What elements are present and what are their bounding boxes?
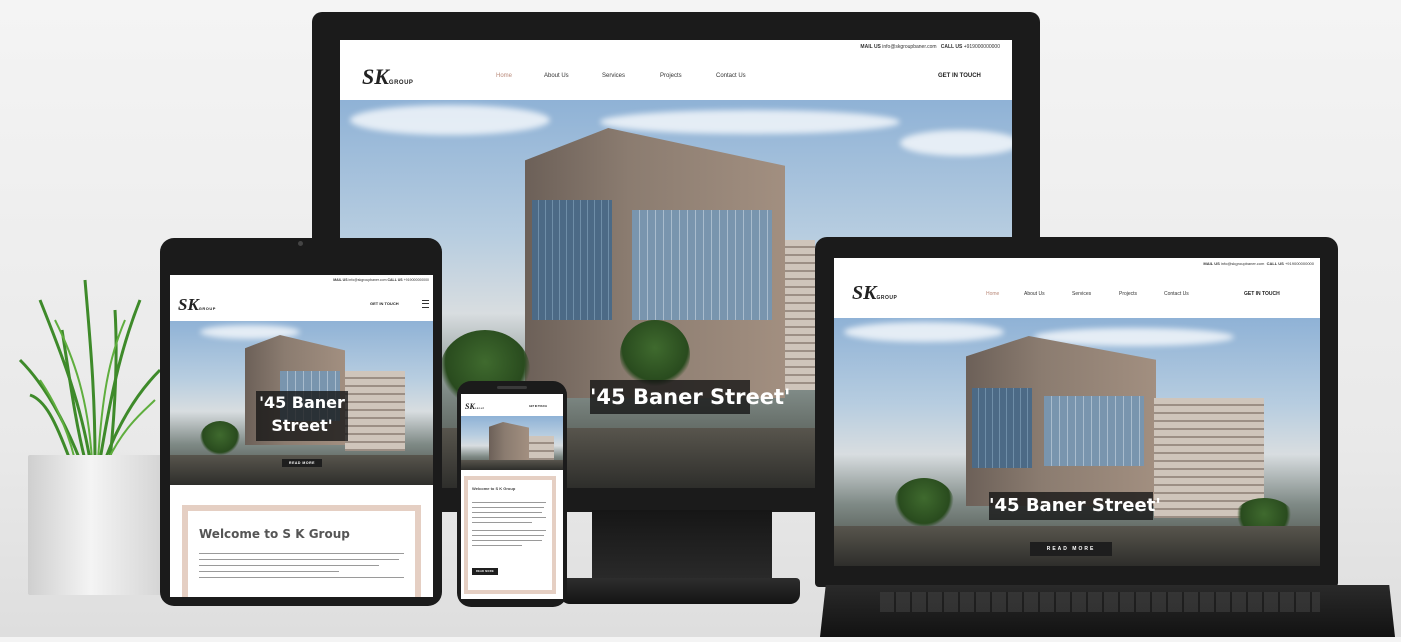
laptop-hero-headline: '45 Baner Street' xyxy=(989,492,1161,520)
tablet-hero: '45 Baner Street' READ MORE xyxy=(170,321,433,485)
call-value[interactable]: +919000000000 xyxy=(964,44,1000,50)
tablet-nav: SKGROUP GET IN TOUCH xyxy=(170,285,433,321)
monitor-stand-base xyxy=(560,578,800,604)
desktop-nav: SKGROUP Home About Us Services Projects … xyxy=(340,54,1012,100)
laptop-call-value[interactable]: +919000000000 xyxy=(1285,261,1314,266)
phone-welcome-box: Welcome to S K Group READ MORE xyxy=(464,476,556,594)
phone-screen: SKGROUP GET IN TOUCH Welcome to S K Grou… xyxy=(461,394,563,599)
laptop-nav-home[interactable]: Home xyxy=(986,291,999,297)
laptop-nav: SKGROUP Home About Us Services Projects … xyxy=(834,270,1320,318)
nav-contact-us[interactable]: Contact Us xyxy=(716,73,746,79)
laptop-topbar: MAIL US info@skgroupbaner.com CALL US +9… xyxy=(834,258,1320,270)
desktop-topbar: MAIL US info@skgroupbaner.com CALL US +9… xyxy=(340,40,1012,54)
laptop-mail-value[interactable]: info@skgroupbaner.com xyxy=(1221,261,1264,266)
monitor-stand-neck xyxy=(592,510,772,580)
logo-sub: GROUP xyxy=(388,80,414,86)
laptop-nav-about-us[interactable]: About Us xyxy=(1024,291,1045,297)
tablet-mail-value[interactable]: info@skgroupbaner.com xyxy=(349,278,387,282)
tablet-topbar: MAIL US info@skgroupbaner.com CALL US +9… xyxy=(170,275,433,285)
tablet-logo-main: SK xyxy=(178,295,199,314)
tablet-mail-label: MAIL US xyxy=(333,278,348,282)
mail-label: MAIL US xyxy=(860,44,881,50)
tablet-hero-headline: '45 Baner Street' xyxy=(256,391,348,441)
laptop-nav-contact-us[interactable]: Contact Us xyxy=(1164,291,1189,297)
tablet-headline-line-1: '45 Baner xyxy=(259,393,345,412)
phone-welcome-title: Welcome to S K Group xyxy=(472,486,516,491)
laptop-nav-projects[interactable]: Projects xyxy=(1119,291,1137,297)
get-in-touch-button[interactable]: GET IN TOUCH xyxy=(938,73,981,79)
tablet-welcome-section: Welcome to S K Group xyxy=(170,485,433,597)
laptop-call-label: CALL US xyxy=(1266,261,1284,266)
tablet-call-value[interactable]: +919000000000 xyxy=(404,278,429,282)
laptop-screen: MAIL US info@skgroupbaner.com CALL US +9… xyxy=(834,258,1320,566)
tablet-call-label: CALL US xyxy=(387,278,403,282)
tablet-headline-line-2: Street' xyxy=(271,416,333,435)
nav-home[interactable]: Home xyxy=(496,73,512,79)
nav-projects[interactable]: Projects xyxy=(660,73,682,79)
tablet-welcome-box: Welcome to S K Group xyxy=(182,505,421,597)
laptop-get-in-touch-button[interactable]: GET IN TOUCH xyxy=(1244,291,1280,297)
laptop-logo-main: SK xyxy=(852,282,877,304)
hamburger-menu-icon[interactable] xyxy=(422,300,429,308)
phone-speaker xyxy=(497,386,527,389)
phone-read-more-button[interactable]: READ MORE xyxy=(472,568,498,575)
laptop-logo-sub: GROUP xyxy=(876,295,898,301)
phone-logo[interactable]: SKGROUP xyxy=(465,402,485,411)
mail-value[interactable]: info@skgroupbaner.com xyxy=(882,44,936,50)
phone-welcome-section: Welcome to S K Group READ MORE xyxy=(461,472,563,599)
laptop-nav-services[interactable]: Services xyxy=(1072,291,1091,297)
laptop-mail-label: MAIL US xyxy=(1203,261,1220,266)
phone-logo-main: SK xyxy=(465,402,475,411)
phone-hero xyxy=(461,416,563,470)
tablet-read-more-button[interactable]: READ MORE xyxy=(282,459,322,467)
laptop-keys xyxy=(880,592,1320,612)
nav-services[interactable]: Services xyxy=(602,73,625,79)
logo-main: SK xyxy=(362,64,389,89)
phone-get-in-touch-button[interactable]: GET IN TOUCH xyxy=(529,405,547,408)
laptop-read-more-button[interactable]: READ MORE xyxy=(1030,542,1112,556)
tablet-camera xyxy=(298,241,303,246)
tablet-logo[interactable]: SKGROUP xyxy=(178,295,216,315)
tablet-logo-sub: GROUP xyxy=(198,306,216,311)
hero-headline: '45 Baner Street' xyxy=(590,380,790,414)
laptop-hero: '45 Baner Street' READ MORE xyxy=(834,318,1320,566)
phone-nav: SKGROUP GET IN TOUCH xyxy=(461,396,563,416)
phone-logo-sub: GROUP xyxy=(474,408,485,410)
call-label: CALL US xyxy=(940,44,963,50)
tablet-screen: MAIL US info@skgroupbaner.com CALL US +9… xyxy=(170,275,433,597)
laptop-logo[interactable]: SKGROUP xyxy=(852,282,897,305)
plant-pot xyxy=(28,455,168,595)
tablet-get-in-touch-button[interactable]: GET IN TOUCH xyxy=(370,301,399,306)
nav-about-us[interactable]: About Us xyxy=(544,73,569,79)
tablet-welcome-title: Welcome to S K Group xyxy=(199,527,350,541)
logo[interactable]: SKGROUP xyxy=(362,64,413,90)
